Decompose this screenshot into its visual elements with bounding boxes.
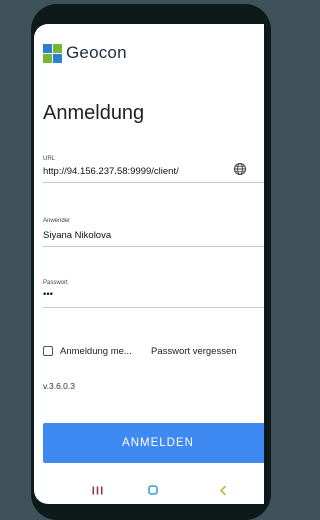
remember-login-label[interactable]: Anmeldung me...	[60, 346, 132, 357]
user-field-label: Anwender	[43, 218, 71, 224]
forgot-password-link[interactable]: Passwort vergessen	[151, 346, 237, 357]
remember-login-checkbox[interactable]	[43, 346, 53, 356]
url-field-underline	[43, 182, 264, 183]
app-version: v.3.6.0.3	[43, 381, 75, 391]
page-title: Anmeldung	[43, 102, 145, 124]
back-icon[interactable]	[219, 485, 227, 496]
home-icon[interactable]	[148, 485, 158, 495]
globe-icon[interactable]	[233, 162, 247, 176]
recent-apps-icon[interactable]	[92, 486, 103, 495]
geocon-logo-icon	[43, 43, 62, 63]
login-button[interactable]: ANMELDEN	[43, 423, 264, 463]
brand-name: Geocon	[66, 43, 127, 62]
url-input[interactable]: http://94.156.237.58:9999/client/	[43, 166, 179, 177]
brand-header: Geocon	[43, 42, 127, 64]
password-input[interactable]: •••	[43, 289, 53, 300]
password-field-label: Passwort	[43, 280, 68, 286]
user-input[interactable]: Siyana Nikolova	[43, 230, 111, 241]
login-screen: Geocon Anmeldung URL http://94.156.237.5…	[34, 24, 264, 504]
system-navigation-bar	[34, 482, 264, 504]
password-field-underline	[43, 307, 264, 308]
user-field-underline	[43, 246, 264, 247]
url-field-label: URL	[43, 156, 56, 162]
